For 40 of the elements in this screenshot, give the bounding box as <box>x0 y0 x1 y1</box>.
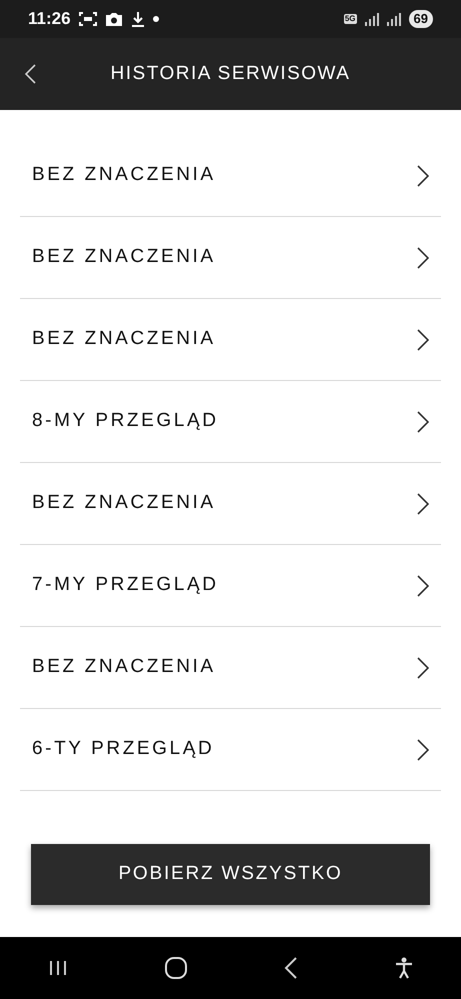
item-label: BEZ ZNACZENIA <box>32 163 216 188</box>
signal-icon <box>386 12 401 26</box>
network-type: 5G <box>344 14 357 24</box>
history-item[interactable]: 6-TY PRZEGLĄD <box>20 709 441 791</box>
dot-icon <box>152 16 159 22</box>
status-time: 11:26 <box>28 8 71 30</box>
page-title: HISTORIA SERWISOWA <box>110 62 350 86</box>
history-item[interactable]: BEZ ZNACZENIA <box>20 299 441 381</box>
item-label: BEZ ZNACZENIA <box>32 491 216 516</box>
recent-apps-icon[interactable] <box>48 959 68 977</box>
back-icon[interactable] <box>284 957 298 979</box>
accessibility-icon[interactable] <box>394 957 413 979</box>
history-item[interactable]: BEZ ZNACZENIA <box>20 627 441 709</box>
chevron-right-icon <box>417 410 429 432</box>
chevron-right-icon <box>417 656 429 678</box>
back-icon[interactable] <box>24 64 36 84</box>
home-icon[interactable] <box>165 957 188 979</box>
download-all-button[interactable]: POBIERZ WSZYSTKO <box>31 844 430 905</box>
chevron-right-icon <box>417 246 429 268</box>
history-item[interactable]: BEZ ZNACZENIA <box>20 135 441 217</box>
chevron-right-icon <box>417 574 429 596</box>
item-label: 7-MY PRZEGLĄD <box>32 573 219 598</box>
chevron-right-icon <box>417 492 429 514</box>
screenshot-icon <box>78 11 97 27</box>
item-label: BEZ ZNACZENIA <box>32 245 216 270</box>
history-item[interactable]: BEZ ZNACZENIA <box>20 463 441 545</box>
item-label: 6-TY PRZEGLĄD <box>32 737 214 762</box>
battery-level: 69 <box>408 10 433 28</box>
chevron-right-icon <box>417 738 429 760</box>
camera-icon <box>104 12 123 26</box>
download-icon <box>130 11 145 27</box>
chevron-right-icon <box>417 164 429 186</box>
signal-icon <box>364 12 379 26</box>
item-label: BEZ ZNACZENIA <box>32 655 216 680</box>
history-item[interactable]: 7-MY PRZEGLĄD <box>20 545 441 627</box>
history-item[interactable]: 8-MY PRZEGLĄD <box>20 381 441 463</box>
item-label: BEZ ZNACZENIA <box>32 327 216 352</box>
chevron-right-icon <box>417 328 429 350</box>
history-item[interactable]: BEZ ZNACZENIA <box>20 217 441 299</box>
item-label: 8-MY PRZEGLĄD <box>32 409 219 434</box>
